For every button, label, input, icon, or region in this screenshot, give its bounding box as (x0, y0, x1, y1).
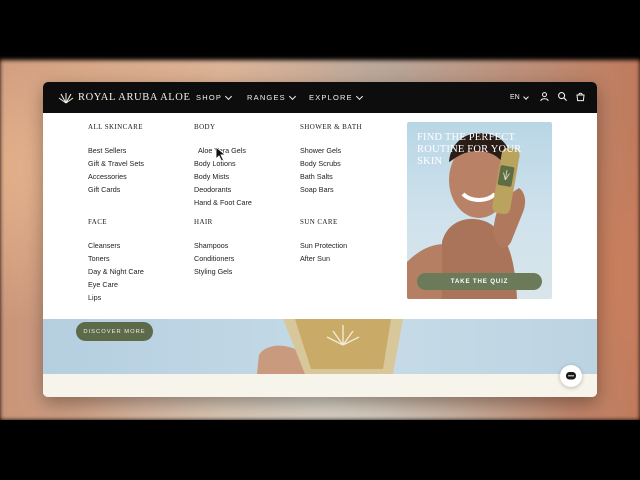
menu-column-all-skincare: ALL SKINCARE Best Sellers Gift & Travel … (88, 123, 144, 196)
hero-banner: DISCOVER MORE (43, 319, 597, 374)
menu-link[interactable]: Body Mists (194, 170, 252, 183)
quiz-promo-card[interactable]: FIND THE PERFECT ROUTINE FOR YOUR SKIN T… (407, 122, 552, 299)
browser-window: ROYAL ARUBA ALOE SHOP RANGES EXPLORE EN (43, 82, 597, 397)
nav-ranges-label: RANGES (247, 93, 286, 102)
menu-heading[interactable]: BODY (194, 123, 252, 131)
menu-link[interactable]: After Sun (300, 252, 347, 265)
menu-link[interactable]: Shampoos (194, 239, 234, 252)
language-selector[interactable]: EN (510, 93, 529, 101)
chevron-down-icon (355, 92, 363, 101)
chevron-down-icon (225, 92, 233, 101)
nav-explore-label: EXPLORE (309, 93, 353, 102)
menu-heading[interactable]: ALL SKINCARE (88, 123, 144, 131)
search-icon[interactable] (557, 91, 568, 102)
account-icon[interactable] (539, 91, 550, 102)
menu-heading[interactable]: HAIR (194, 218, 234, 226)
menu-link[interactable]: Hand & Foot Care (194, 196, 252, 209)
menu-link[interactable]: Bath Salts (300, 170, 362, 183)
menu-column-shower-bath: SHOWER & BATH Shower Gels Body Scrubs Ba… (300, 123, 362, 196)
menu-column-hair: HAIR Shampoos Conditioners Styling Gels (194, 218, 234, 278)
promo-title: FIND THE PERFECT ROUTINE FOR YOUR SKIN (417, 132, 522, 167)
menu-link[interactable]: Gift Cards (88, 183, 144, 196)
menu-link[interactable]: Conditioners (194, 252, 234, 265)
discover-more-button[interactable]: DISCOVER MORE (76, 322, 153, 341)
chevron-down-icon (522, 93, 529, 100)
cart-icon[interactable] (575, 91, 586, 102)
chevron-down-icon (288, 92, 296, 101)
mouse-cursor-icon (215, 146, 227, 162)
menu-link[interactable]: Lips (88, 291, 144, 304)
menu-column-sun-care: SUN CARE Sun Protection After Sun (300, 218, 347, 265)
menu-heading[interactable]: SHOWER & BATH (300, 123, 362, 131)
menu-link[interactable]: Best Sellers (88, 144, 144, 157)
nav-shop[interactable]: SHOP (196, 92, 233, 102)
chat-widget-button[interactable] (560, 365, 582, 387)
take-quiz-button[interactable]: TAKE THE QUIZ (417, 273, 542, 290)
menu-link[interactable]: Cleansers (88, 239, 144, 252)
chat-icon (566, 372, 576, 380)
letterbox-bottom (0, 420, 640, 480)
menu-column-body: BODY Aloe Vera Gels Body Lotions Body Mi… (194, 123, 252, 209)
menu-link[interactable]: Accessories (88, 170, 144, 183)
brand-name: ROYAL ARUBA ALOE (78, 92, 191, 103)
menu-link[interactable]: Deodorants (194, 183, 252, 196)
menu-link[interactable]: Sun Protection (300, 239, 347, 252)
menu-heading[interactable]: FACE (88, 218, 144, 226)
menu-link[interactable]: Body Scrubs (300, 157, 362, 170)
menu-link[interactable]: Toners (88, 252, 144, 265)
brand-logo[interactable]: ROYAL ARUBA ALOE (58, 91, 190, 104)
menu-link[interactable]: Styling Gels (194, 265, 234, 278)
menu-link[interactable]: Soap Bars (300, 183, 362, 196)
nav-explore[interactable]: EXPLORE (309, 92, 363, 102)
page-content-strip (43, 374, 597, 397)
nav-shop-label: SHOP (196, 93, 223, 102)
menu-heading[interactable]: SUN CARE (300, 218, 347, 226)
nav-ranges[interactable]: RANGES (247, 92, 296, 102)
menu-link[interactable]: Gift & Travel Sets (88, 157, 144, 170)
aloe-leaf-icon (58, 93, 74, 104)
menu-column-face: FACE Cleansers Toners Day & Night Care E… (88, 218, 144, 304)
menu-link[interactable]: Day & Night Care (88, 265, 144, 278)
menu-link[interactable]: Shower Gels (300, 144, 362, 157)
letterbox-top (0, 0, 640, 60)
shop-mega-menu: ALL SKINCARE Best Sellers Gift & Travel … (43, 113, 597, 319)
top-navigation: ROYAL ARUBA ALOE SHOP RANGES EXPLORE EN (43, 82, 597, 113)
language-label: EN (510, 94, 520, 101)
menu-link[interactable]: Eye Care (88, 278, 144, 291)
